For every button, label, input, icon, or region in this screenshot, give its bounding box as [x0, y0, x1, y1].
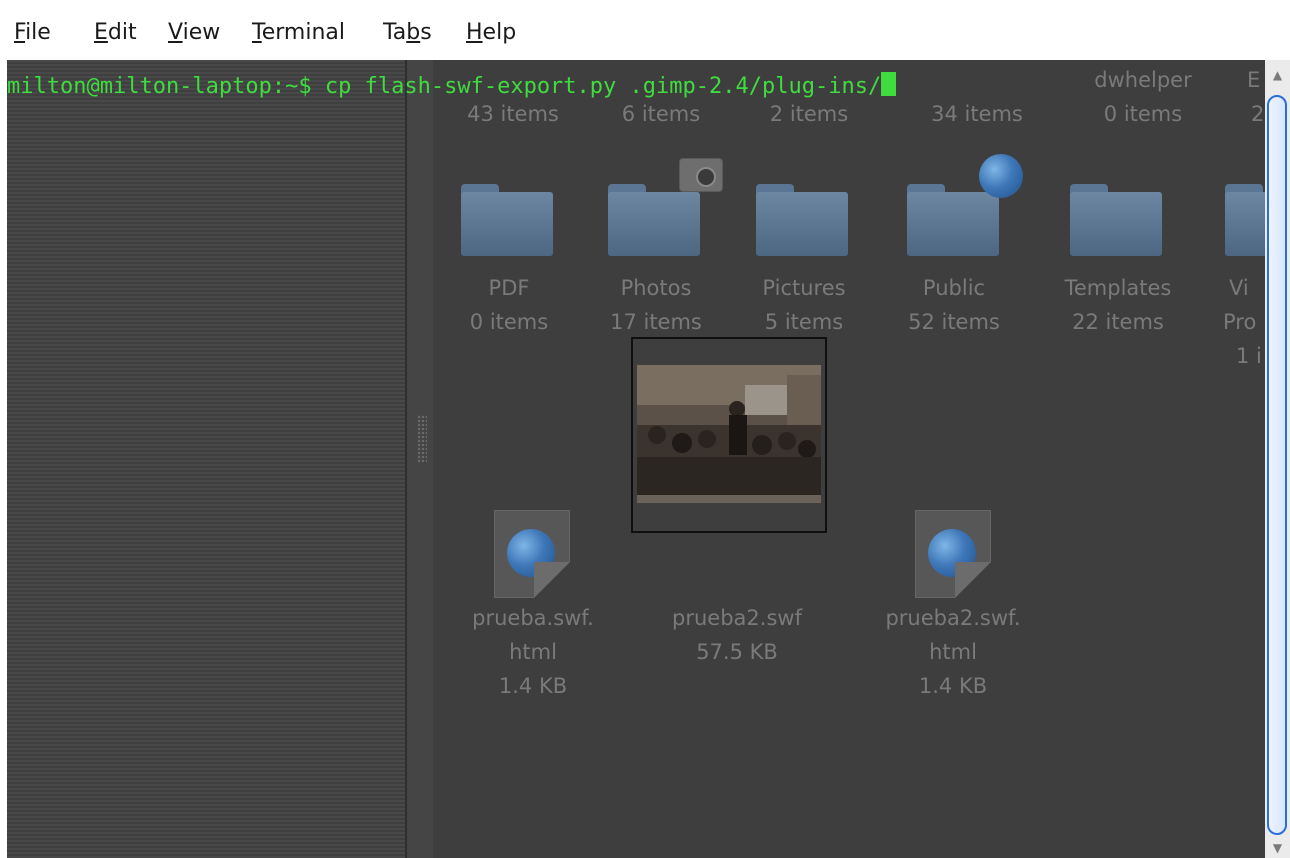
menu-view[interactable]: View	[168, 20, 220, 45]
folder-extra: 1 i	[1236, 344, 1262, 368]
folder-name: Vi	[1229, 276, 1249, 300]
scroll-down-icon[interactable]: ▼	[1265, 838, 1290, 858]
photo-thumbnail	[637, 365, 821, 503]
folder-count: 0 items	[469, 310, 549, 334]
menu-edit[interactable]: Edit	[94, 20, 137, 45]
html-document-icon[interactable]	[494, 510, 570, 598]
menu-terminal[interactable]: Terminal	[252, 20, 345, 45]
file-name: html	[509, 640, 557, 664]
file-size: 57.5 KB	[696, 640, 778, 664]
globe-emblem-icon	[979, 154, 1023, 198]
folder-name: PDF	[488, 276, 530, 300]
scroll-thumb[interactable]	[1267, 95, 1287, 835]
folder-icon[interactable]	[608, 184, 700, 256]
file-manager-sidebar	[7, 60, 405, 858]
top-folder-count: 6 items	[621, 102, 701, 126]
folder-count: 22 items	[1072, 310, 1164, 334]
folder-count: 17 items	[610, 310, 702, 334]
menu-file[interactable]: File	[14, 20, 51, 45]
folder-icon[interactable]	[1225, 184, 1265, 256]
folder-name: Templates	[1064, 276, 1172, 300]
folder-icon[interactable]	[907, 184, 999, 256]
folder-icon[interactable]	[756, 184, 848, 256]
folder-count: Pro	[1223, 310, 1257, 334]
pane-grip-icon[interactable]	[417, 415, 427, 463]
folder-icon[interactable]	[1070, 184, 1162, 256]
file-name: prueba2.swf	[672, 606, 802, 630]
command-text: cp flash-swf-export.py .gimp-2.4/plug-in…	[324, 74, 882, 99]
folder-count: 52 items	[908, 310, 1000, 334]
top-folder-count: 43 items	[467, 102, 559, 126]
terminal-cursor	[881, 72, 897, 96]
folder-icon[interactable]	[461, 184, 553, 256]
top-folder-name: E	[1247, 68, 1261, 92]
folder-name: Photos	[620, 276, 692, 300]
folder-name: Pictures	[762, 276, 846, 300]
classroom-photo-icon	[637, 365, 821, 503]
top-folder-name: dwhelper	[1094, 68, 1192, 92]
camera-emblem-icon	[679, 158, 723, 192]
top-folder-count: 34 items	[931, 102, 1023, 126]
folder-count: 5 items	[764, 310, 844, 334]
html-document-icon[interactable]	[915, 510, 991, 598]
menu-help[interactable]: Help	[466, 20, 516, 45]
top-folder-count: 0 items	[1103, 102, 1183, 126]
selected-file-thumbnail[interactable]	[631, 337, 827, 533]
file-name: html	[929, 640, 977, 664]
file-name: prueba2.swf.	[885, 606, 1021, 630]
menubar: File Edit View Terminal Tabs Help	[0, 0, 1290, 60]
file-name: prueba.swf.	[472, 606, 594, 630]
terminal-prompt-line[interactable]: milton@milton-laptop:~$ cp flash-swf-exp…	[7, 72, 897, 100]
top-folder-count: 2 items	[769, 102, 849, 126]
top-folder-count: 2	[1251, 102, 1265, 126]
scroll-up-icon[interactable]: ▲	[1265, 64, 1290, 86]
menu-tabs[interactable]: Tabs	[383, 20, 432, 45]
file-size: 1.4 KB	[498, 674, 568, 698]
folder-name: Public	[922, 276, 986, 300]
file-size: 1.4 KB	[918, 674, 988, 698]
prompt-text: milton@milton-laptop:~$	[7, 74, 325, 99]
